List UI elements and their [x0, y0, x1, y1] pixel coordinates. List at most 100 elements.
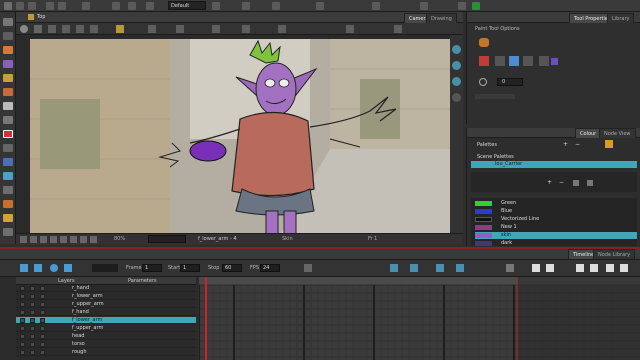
status-icon[interactable] — [30, 236, 37, 243]
eraser-tool-icon[interactable] — [3, 88, 13, 96]
zoom-out-icon[interactable] — [452, 61, 461, 70]
layer-option-toggle[interactable] — [40, 286, 45, 291]
gear-icon[interactable] — [34, 25, 42, 33]
tool-option-icon[interactable] — [62, 25, 70, 33]
zoom-level[interactable]: 80% — [114, 236, 125, 242]
shade-icon[interactable] — [316, 2, 324, 10]
status-icon[interactable] — [50, 236, 57, 243]
lock-icon[interactable] — [116, 25, 124, 33]
swatch-row[interactable]: Green — [475, 200, 637, 207]
visibility-toggle[interactable] — [20, 326, 25, 331]
status-icon[interactable] — [80, 236, 87, 243]
frame-field[interactable]: 1 — [142, 264, 162, 272]
layer-option-toggle[interactable] — [40, 318, 45, 323]
paint-option-icon[interactable] — [495, 56, 505, 66]
undo-icon[interactable] — [46, 2, 54, 10]
status-icon[interactable] — [40, 236, 47, 243]
layer-row[interactable]: f_hand — [16, 309, 196, 316]
redo-icon[interactable] — [58, 2, 66, 10]
layer-row[interactable]: torso — [16, 341, 196, 348]
gap-value-field[interactable]: 0 — [497, 78, 523, 86]
playhead[interactable] — [205, 277, 207, 360]
keyframe-icon[interactable] — [456, 264, 464, 272]
lock-toggle[interactable] — [30, 326, 35, 331]
open-scene-icon[interactable] — [16, 2, 24, 10]
select-tool-icon[interactable] — [3, 18, 13, 26]
paint-bucket-option-icon[interactable] — [479, 56, 489, 66]
timeline-option-icon[interactable] — [304, 264, 312, 272]
new-scene-icon[interactable] — [4, 2, 12, 10]
timeline-option-icon[interactable] — [506, 264, 514, 272]
swatch-row[interactable]: dark — [475, 240, 637, 246]
layer-row[interactable]: r_hand — [16, 285, 196, 292]
tool-option-icon[interactable] — [346, 25, 354, 33]
animate-mode-icon[interactable] — [20, 25, 28, 33]
play-button-icon[interactable] — [34, 264, 42, 272]
tool-option-icon[interactable] — [394, 25, 402, 33]
visibility-toggle[interactable] — [20, 286, 25, 291]
tool-option-icon[interactable] — [48, 25, 56, 33]
lock-toggle[interactable] — [30, 318, 35, 323]
stroke-tool-icon[interactable] — [3, 172, 13, 180]
render-icon[interactable] — [458, 2, 466, 10]
fps-field[interactable]: 24 — [260, 264, 280, 272]
tab-drawing[interactable]: Drawing — [426, 13, 457, 23]
first-frame-icon[interactable] — [20, 264, 28, 272]
paint-option-icon[interactable] — [523, 56, 533, 66]
visibility-toggle[interactable] — [20, 334, 25, 339]
brush-icon[interactable] — [128, 2, 136, 10]
tab-node-view[interactable]: Node View — [599, 128, 636, 138]
camera-canvas[interactable] — [30, 39, 450, 235]
tool-option-icon[interactable] — [76, 25, 84, 33]
palette-lock-icon[interactable] — [605, 140, 613, 148]
playback-speed-slider[interactable] — [92, 264, 118, 272]
tool-option-icon[interactable] — [278, 25, 286, 33]
layer-option-toggle[interactable] — [40, 302, 45, 307]
lock-toggle[interactable] — [30, 342, 35, 347]
reset-view-icon[interactable] — [452, 93, 461, 102]
tab-node-library[interactable]: Node Library — [593, 249, 636, 259]
layer-row[interactable]: f_upper_arm — [16, 325, 196, 332]
onion-skin-toggle-icon[interactable] — [546, 264, 554, 272]
swatch-row-selected[interactable]: skin — [475, 232, 637, 239]
visibility-toggle[interactable] — [20, 302, 25, 307]
select-icon[interactable] — [82, 2, 90, 10]
keyframe-icon[interactable] — [436, 264, 444, 272]
layer-option-toggle[interactable] — [40, 350, 45, 355]
bone-tool-icon[interactable] — [3, 214, 13, 222]
contour-editor-icon[interactable] — [3, 32, 13, 40]
paint-mode-icon[interactable] — [479, 38, 489, 47]
sound-icon[interactable] — [64, 264, 72, 272]
layer-option-toggle[interactable] — [40, 326, 45, 331]
layer-row[interactable]: head — [16, 333, 196, 340]
zoom-tool-icon[interactable] — [3, 228, 13, 236]
timeline-option-icon[interactable] — [606, 264, 614, 272]
paint-option-icon[interactable] — [509, 56, 519, 66]
lock-toggle[interactable] — [30, 310, 35, 315]
tool-option-icon[interactable] — [90, 25, 98, 33]
visibility-toggle[interactable] — [20, 318, 25, 323]
status-icon[interactable] — [70, 236, 77, 243]
status-icon[interactable] — [20, 236, 27, 243]
palette-item[interactable]: lou_Carrier — [471, 161, 637, 168]
tool-option-icon[interactable] — [148, 25, 156, 33]
onion-skin-icon[interactable] — [242, 2, 250, 10]
layer-option-toggle[interactable] — [40, 310, 45, 315]
lock-toggle[interactable] — [30, 294, 35, 299]
pencil-tool-icon[interactable] — [3, 60, 13, 68]
eraser-icon[interactable] — [146, 2, 154, 10]
hand-tool-icon[interactable] — [3, 186, 13, 194]
lock-toggle[interactable] — [30, 302, 35, 307]
layer-option-toggle[interactable] — [40, 334, 45, 339]
layer-row[interactable]: r_upper_arm — [16, 301, 196, 308]
transform-tool-icon[interactable] — [3, 200, 13, 208]
colour-option-icon[interactable] — [587, 180, 593, 186]
zoom-in-icon[interactable] — [452, 45, 461, 54]
loop-icon[interactable] — [50, 264, 58, 272]
visibility-toggle[interactable] — [20, 310, 25, 315]
view-field[interactable] — [148, 235, 186, 243]
lock-toggle[interactable] — [30, 350, 35, 355]
transform-icon[interactable] — [112, 2, 120, 10]
timeline-option-icon[interactable] — [590, 264, 598, 272]
tab-colour[interactable]: Colour — [575, 128, 602, 138]
